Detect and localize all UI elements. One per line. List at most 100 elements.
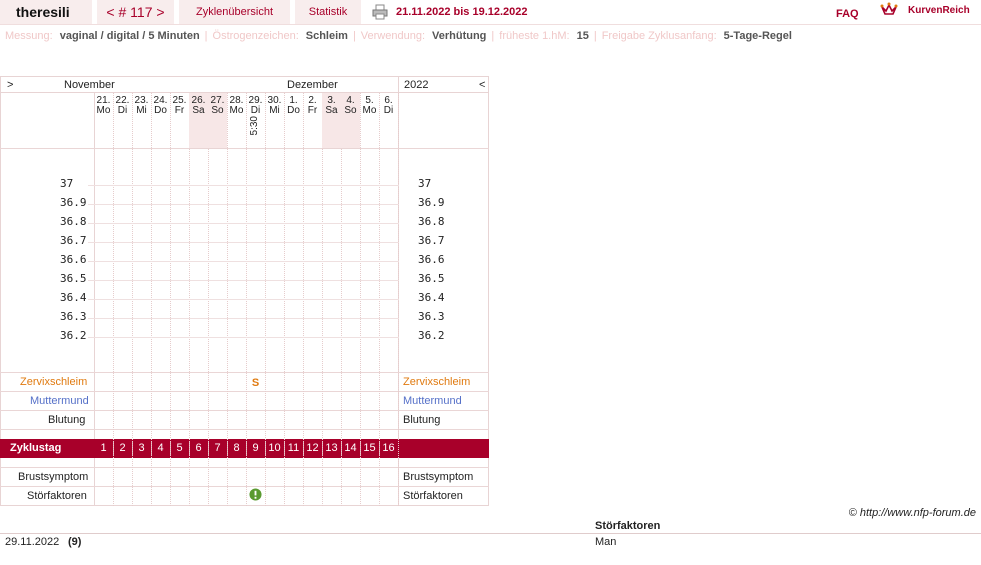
info-separator: | xyxy=(491,30,495,42)
temperature-label-right: 36.5 xyxy=(418,272,445,285)
cycle-day-number[interactable]: 14 xyxy=(341,439,360,458)
info-separator: | xyxy=(204,30,208,42)
copyright: © http://www.nfp-forum.de xyxy=(848,507,976,519)
cycle-day-number[interactable]: 8 xyxy=(227,439,246,458)
label-brustsymptom-right: Brustsymptom xyxy=(403,471,474,483)
cycle-day-separator xyxy=(151,442,152,455)
temperature-grid-line xyxy=(88,299,399,300)
day-weekday: Di xyxy=(383,105,394,116)
cycle-day-number[interactable]: 15 xyxy=(360,439,379,458)
measurement-time: 5:30 xyxy=(249,116,260,136)
crown-logo-icon xyxy=(880,2,898,15)
cycle-day-number[interactable]: 5 xyxy=(170,439,189,458)
temperature-label-right: 36.6 xyxy=(418,253,445,266)
note-day-number: (9) xyxy=(68,536,82,548)
cycle-day-number[interactable]: 6 xyxy=(189,439,208,458)
nav-next-arrow[interactable]: < xyxy=(479,79,485,91)
day-weekday: So xyxy=(344,105,357,116)
temperature-label-left: 37 xyxy=(60,177,74,190)
zervix-mark[interactable]: S xyxy=(246,374,265,392)
temperature-grid-line xyxy=(88,261,399,262)
info-separator: | xyxy=(352,30,356,42)
label-muttermund: Muttermund xyxy=(30,395,89,407)
temperature-grid-line xyxy=(88,280,399,281)
cycle-day-number[interactable]: 9 xyxy=(246,439,265,458)
label-muttermund-right: Muttermund xyxy=(403,395,462,407)
faq-link[interactable]: FAQ xyxy=(836,2,859,26)
row-line xyxy=(0,429,489,430)
cycle-day-separator xyxy=(322,442,323,455)
temperature-label-right: 36.8 xyxy=(418,215,445,228)
temperature-label-left: 36.7 xyxy=(60,234,87,247)
label-brustsymptom: Brustsymptom xyxy=(18,471,89,483)
temperature-label-left: 36.6 xyxy=(60,253,87,266)
temperature-grid-line xyxy=(88,318,399,319)
brand-name[interactable]: KurvenReich xyxy=(908,0,970,22)
cycle-day-separator xyxy=(208,442,209,455)
info-value: Verhütung xyxy=(432,30,487,42)
temperature-grid-line xyxy=(88,204,399,205)
temperature-grid-line xyxy=(88,223,399,224)
info-label: Östrogenzeichen: xyxy=(212,30,299,42)
cycle-day-number[interactable]: 2 xyxy=(113,439,132,458)
cycle-day-separator xyxy=(113,442,114,455)
temperature-grid-line xyxy=(88,337,399,338)
info-value: 5-Tage-Regel xyxy=(723,30,792,42)
temperature-label-right: 36.9 xyxy=(418,196,445,209)
cycle-day-number[interactable]: 11 xyxy=(284,439,303,458)
cycle-day-number[interactable]: 3 xyxy=(132,439,151,458)
cycle-day-number[interactable]: 13 xyxy=(322,439,341,458)
nav-prev-arrow[interactable]: > xyxy=(7,79,13,91)
label-blutung: Blutung xyxy=(48,414,86,426)
cycle-navigator[interactable]: < # 117 > xyxy=(97,0,174,24)
cycle-day-separator xyxy=(379,442,380,455)
temperature-label-left: 36.5 xyxy=(60,272,87,285)
day-weekday: Di xyxy=(250,105,261,116)
cycle-day-number[interactable]: 1 xyxy=(94,439,113,458)
tab-statistics[interactable]: Statistik xyxy=(295,0,361,24)
cycle-info-bar: Messung: vaginal / digital / 5 Minuten | Ös… xyxy=(5,30,792,42)
day-weekday: Mo xyxy=(229,105,244,116)
cycle-day-number[interactable]: 16 xyxy=(379,439,398,458)
day-weekday: Do xyxy=(287,105,300,116)
day-weekday: Mo xyxy=(96,105,111,116)
day-weekday: Mo xyxy=(362,105,377,116)
note-date: 29.11.2022 xyxy=(5,536,60,548)
cycle-day-number[interactable]: 7 xyxy=(208,439,227,458)
info-label: Freigabe Zyklusanfang: xyxy=(601,30,717,42)
disturbance-alert-icon[interactable] xyxy=(249,488,262,501)
tab-cycle-overview[interactable]: Zyklenübersicht xyxy=(179,0,290,24)
cycle-day-separator xyxy=(246,442,247,455)
year-label: 2022 xyxy=(404,79,429,91)
temperature-label-right: 36.2 xyxy=(418,329,445,342)
cycle-day-separator xyxy=(227,442,228,455)
day-weekday: Fr xyxy=(174,105,185,116)
cycle-day-separator xyxy=(170,442,171,455)
cycle-day-number[interactable]: 4 xyxy=(151,439,170,458)
temperature-grid-line xyxy=(88,185,399,186)
day-weekday: Do xyxy=(154,105,167,116)
temperature-label-left: 36.4 xyxy=(60,291,87,304)
notes-divider xyxy=(0,533,981,534)
month-november: November xyxy=(64,79,115,91)
cycle-day-separator xyxy=(265,442,266,455)
header-divider xyxy=(0,148,489,149)
temperature-label-left: 36.2 xyxy=(60,329,87,342)
info-value: Schleim xyxy=(305,30,348,42)
cycle-chart: > November Dezember 2022 < Zervixschleim… xyxy=(0,76,489,506)
label-blutung-right: Blutung xyxy=(403,414,441,426)
day-weekday: Mi xyxy=(269,105,280,116)
note-value: Man xyxy=(595,536,617,548)
day-weekday: Sa xyxy=(325,105,338,116)
notes-header: Störfaktoren xyxy=(595,520,661,532)
cycle-day-number[interactable]: 12 xyxy=(303,439,322,458)
info-value: vaginal / digital / 5 Minuten xyxy=(59,30,200,42)
cycle-day-number[interactable]: 10 xyxy=(265,439,284,458)
print-icon[interactable] xyxy=(372,4,388,20)
temperature-label-left: 36.3 xyxy=(60,310,87,323)
cycle-day-separator xyxy=(303,442,304,455)
month-december: Dezember xyxy=(287,79,338,91)
date-range: 21.11.2022 bis 19.12.2022 xyxy=(396,6,528,18)
label-zervixschleim: Zervixschleim xyxy=(20,376,88,388)
label-stoerfaktoren: Störfaktoren xyxy=(27,490,87,502)
